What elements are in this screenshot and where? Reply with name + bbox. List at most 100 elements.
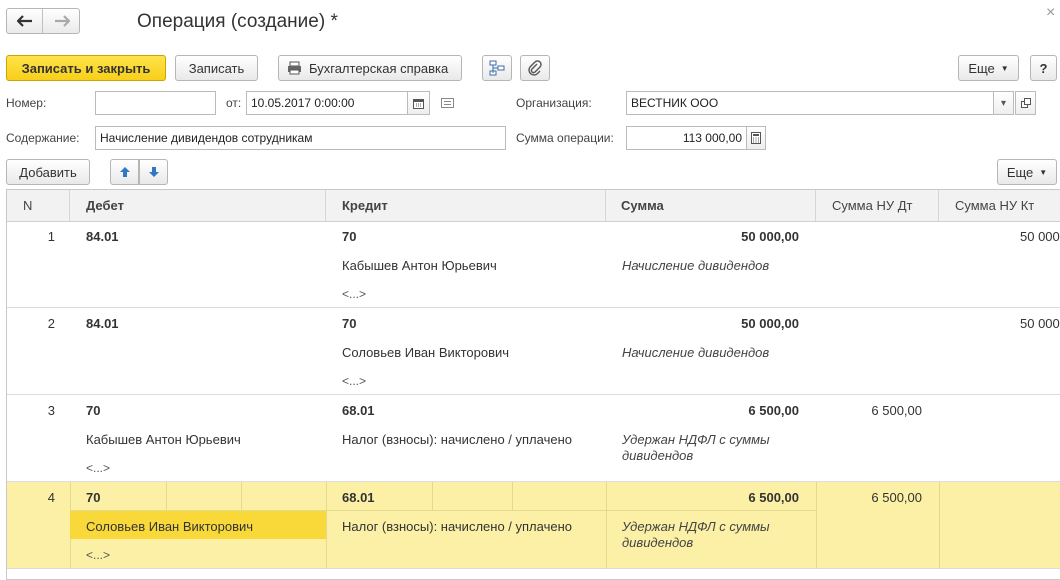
column-header-debit[interactable]: Дебет — [70, 190, 326, 221]
credit-account[interactable]: 70 — [342, 229, 356, 244]
move-up-button[interactable] — [110, 159, 139, 185]
close-icon[interactable]: × — [1046, 4, 1055, 22]
credit-subconto-1[interactable]: Налог (взносы): начислено / уплачено — [342, 432, 572, 447]
debit-account[interactable]: 84.01 — [86, 316, 119, 331]
calculator-icon — [751, 132, 761, 144]
credit-account[interactable]: 68.01 — [342, 490, 375, 505]
debit-subconto-2[interactable]: <...> — [86, 461, 110, 475]
structure-button[interactable] — [482, 55, 512, 81]
credit-subconto-2[interactable]: <...> — [342, 374, 366, 388]
nav-buttons — [6, 8, 80, 34]
amount[interactable]: 50 000,00 — [606, 229, 799, 244]
cell-divider — [166, 482, 167, 510]
table-more-button[interactable]: Еще ▼ — [997, 159, 1057, 185]
table-header: N Дебет Кредит Сумма Сумма НУ Дт Сумма Н… — [7, 190, 1060, 222]
debit-subconto-2[interactable]: <...> — [86, 548, 110, 562]
column-header-credit[interactable]: Кредит — [326, 190, 606, 221]
row-number: 2 — [47, 316, 55, 331]
history-icon[interactable] — [441, 97, 455, 108]
help-button[interactable]: ? — [1030, 55, 1057, 81]
more-menu-button[interactable]: Еще ▼ — [958, 55, 1019, 81]
operation-sum-label: Сумма операции: — [516, 131, 614, 145]
amount[interactable]: 6 500,00 — [606, 403, 799, 418]
debit-account[interactable]: 84.01 — [86, 229, 119, 244]
save-button[interactable]: Записать — [175, 55, 258, 81]
back-arrow-icon — [16, 15, 32, 27]
row-number: 4 — [47, 490, 55, 505]
credit-subconto-2[interactable]: <...> — [342, 287, 366, 301]
calendar-button[interactable] — [408, 91, 430, 115]
credit-account[interactable]: 68.01 — [342, 403, 375, 418]
amount-nu-kt[interactable]: 50 000 — [1020, 229, 1060, 244]
cell-divider — [939, 482, 940, 569]
print-report-button[interactable]: Бухгалтерская справка — [278, 55, 462, 81]
content-field[interactable]: Начисление дивидендов сотрудникам — [95, 126, 506, 150]
printer-icon — [288, 61, 301, 75]
attachments-button[interactable] — [520, 55, 550, 81]
credit-subconto-1[interactable]: Кабышев Антон Юрьевич — [342, 258, 497, 273]
add-row-button[interactable]: Добавить — [6, 159, 90, 185]
amount[interactable]: 6 500,00 — [606, 490, 799, 505]
table-row[interactable]: 3 70 Кабышев Антон Юрьевич <...> 68.01 Н… — [7, 395, 1060, 482]
print-report-label: Бухгалтерская справка — [309, 60, 449, 76]
table-row[interactable]: 1 84.01 70 Кабышев Антон Юрьевич <...> 5… — [7, 221, 1060, 308]
back-button[interactable] — [7, 9, 43, 33]
table-row[interactable]: 2 84.01 70 Соловьев Иван Викторович <...… — [7, 308, 1060, 395]
save-and-close-button[interactable]: Записать и закрыть — [6, 55, 166, 81]
debit-account[interactable]: 70 — [86, 490, 100, 505]
row-number: 1 — [47, 229, 55, 244]
debit-subconto-1[interactable]: Кабышев Антон Юрьевич — [86, 432, 241, 447]
number-label: Номер: — [6, 96, 47, 110]
table-row-selected[interactable]: 4 70 Соловьев Иван Викторович <...> 68.0… — [7, 482, 1060, 569]
cell-divider — [241, 482, 242, 510]
more-menu-label: Еще — [968, 60, 995, 76]
entry-comment[interactable]: Начисление дивидендов — [622, 345, 769, 360]
calendar-icon — [413, 98, 424, 109]
table-more-label: Еще — [1006, 164, 1034, 180]
row-number: 3 — [47, 403, 55, 418]
move-down-button[interactable] — [139, 159, 168, 185]
structure-icon — [489, 60, 505, 76]
column-header-nu-kt[interactable]: Сумма НУ Кт — [939, 190, 1060, 221]
content-label: Содержание: — [6, 131, 80, 145]
page-title: Операция (создание) * — [137, 11, 338, 32]
credit-account[interactable]: 70 — [342, 316, 356, 331]
cell-divider — [432, 482, 433, 510]
column-header-n[interactable]: N — [7, 190, 70, 221]
cell-divider — [326, 482, 327, 569]
column-header-sum[interactable]: Сумма — [606, 190, 816, 221]
organization-open-button[interactable] — [1015, 91, 1036, 115]
date-label: от: — [226, 96, 242, 110]
entry-comment[interactable]: Удержан НДФЛ с суммы — [622, 432, 770, 447]
amount-nu-kt[interactable]: 50 000 — [1020, 316, 1060, 331]
chevron-down-icon: ▼ — [1039, 167, 1048, 177]
amount[interactable]: 50 000,00 — [606, 316, 799, 331]
date-field[interactable]: 10.05.2017 0:00:00 — [246, 91, 408, 115]
organization-field[interactable]: ВЕСТНИК ООО — [626, 91, 994, 115]
credit-subconto-1[interactable]: Налог (взносы): начислено / уплачено — [342, 519, 572, 534]
calculator-button[interactable] — [747, 126, 766, 150]
open-icon — [1020, 98, 1031, 108]
debit-subconto-1[interactable]: Соловьев Иван Викторович — [86, 519, 253, 534]
entries-table: N Дебет Кредит Сумма Сумма НУ Дт Сумма Н… — [6, 189, 1060, 580]
operation-sum-field[interactable]: 113 000,00 — [626, 126, 747, 150]
chevron-down-icon: ▼ — [1000, 63, 1009, 73]
debit-account[interactable]: 70 — [86, 403, 100, 418]
cell-divider — [512, 482, 513, 510]
entry-comment[interactable]: Удержан НДФЛ с суммы — [622, 519, 770, 534]
forward-arrow-icon — [55, 15, 70, 27]
amount-nu-dt[interactable]: 6 500,00 — [816, 403, 922, 418]
arrow-up-icon — [119, 167, 130, 177]
organization-label: Организация: — [516, 96, 592, 110]
paperclip-icon — [528, 60, 542, 76]
credit-subconto-1[interactable]: Соловьев Иван Викторович — [342, 345, 509, 360]
entry-comment-line-2[interactable]: дивидендов — [622, 448, 693, 463]
entry-comment[interactable]: Начисление дивидендов — [622, 258, 769, 273]
number-field[interactable] — [95, 91, 216, 115]
organization-dropdown-button[interactable]: ▾ — [994, 91, 1014, 115]
arrow-down-icon — [148, 167, 159, 177]
entry-comment-line-2[interactable]: дивидендов — [622, 535, 693, 550]
forward-button[interactable] — [44, 9, 80, 33]
column-header-nu-dt[interactable]: Сумма НУ Дт — [816, 190, 939, 221]
amount-nu-dt[interactable]: 6 500,00 — [816, 490, 922, 505]
